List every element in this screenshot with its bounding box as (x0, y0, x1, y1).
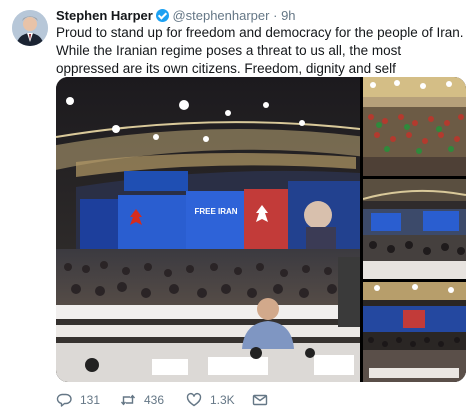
photo-grid: FREE IRAN (56, 77, 466, 382)
tweet: Stephen Harper @stephenharper · 9h Proud… (0, 0, 474, 415)
avatar[interactable] (12, 10, 48, 46)
photo-main[interactable]: FREE IRAN (56, 77, 360, 382)
timestamp[interactable]: 9h (281, 8, 295, 23)
retweet-button[interactable]: 436 (120, 390, 164, 410)
author-name[interactable]: Stephen Harper (56, 8, 153, 23)
author-handle[interactable]: @stephenharper (172, 8, 269, 23)
photo-thumbnail-2[interactable] (363, 179, 466, 279)
like-icon (186, 392, 202, 407)
reply-button[interactable]: 131 (56, 390, 100, 410)
tweet-header: Stephen Harper @stephenharper · 9h (56, 8, 296, 24)
direct-message-icon (252, 394, 268, 406)
photo-thumbnail-1[interactable] (363, 77, 466, 176)
tweet-actions: 131 436 1.3K (56, 390, 466, 410)
separator: · (273, 8, 278, 23)
like-button[interactable]: 1.3K (186, 390, 235, 410)
photo-thumbnail-3[interactable] (363, 282, 466, 382)
stage-screen-text: FREE IRAN (194, 207, 237, 216)
reply-count: 131 (80, 393, 101, 407)
direct-message-button[interactable] (252, 390, 268, 410)
verified-badge-icon (155, 9, 169, 22)
like-count: 1.3K (210, 393, 235, 407)
reply-icon (56, 393, 72, 407)
retweet-count: 436 (144, 393, 165, 407)
retweet-icon (120, 394, 136, 406)
